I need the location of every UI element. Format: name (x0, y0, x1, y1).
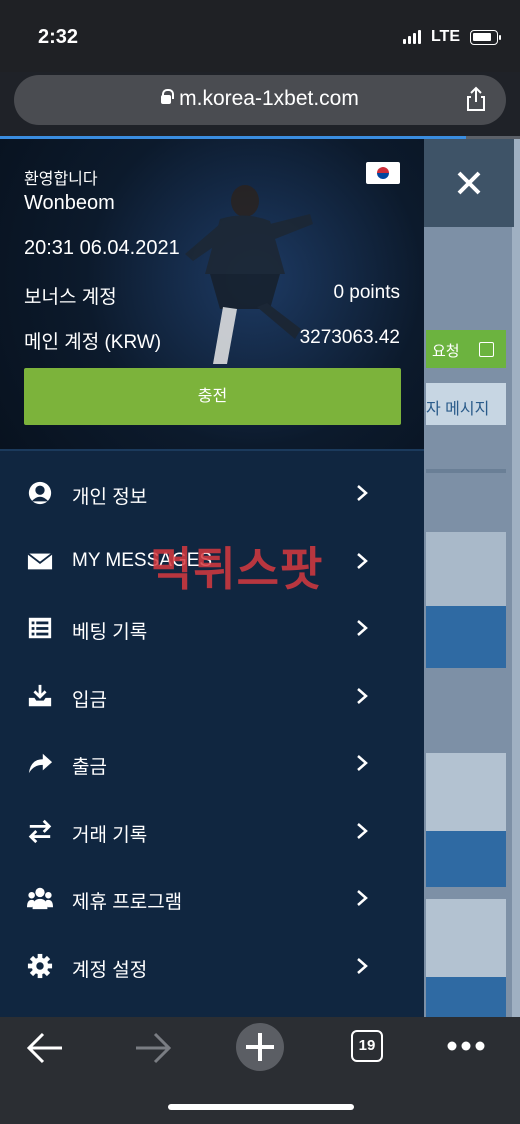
menu-item-label: 베팅 기록 (72, 622, 148, 643)
site-scrollbar (512, 139, 520, 1017)
envelope-icon (27, 552, 53, 569)
status-time: 2:32 (38, 26, 79, 48)
watermark: 먹튀스팟 (150, 542, 324, 596)
site-block (426, 532, 506, 606)
chevron-right-icon (357, 755, 368, 771)
chevron-right-icon (357, 552, 368, 569)
username: Wonbeom (24, 192, 115, 214)
site-block (426, 831, 506, 887)
menu-item-bet-history[interactable]: 베팅 기록 (0, 594, 424, 662)
account-header: 환영합니다 Wonbeom 20:31 06.04.2021 보너스 계정 0 … (0, 139, 424, 449)
chevron-right-icon (357, 687, 368, 704)
chevron-right-icon (357, 957, 368, 974)
close-icon (457, 171, 481, 195)
transfer-icon (28, 819, 52, 843)
message-button[interactable]: 자 메시지 (426, 383, 506, 425)
divider (0, 449, 424, 451)
share-arrow-icon (28, 753, 53, 774)
share-icon[interactable] (464, 86, 488, 112)
network-type: LTE (430, 28, 460, 45)
charge-button[interactable]: 충전 (24, 368, 401, 425)
menu-item-label: 개인 정보 (72, 487, 148, 508)
menu-item-label: 입금 (72, 689, 107, 711)
bonus-account-value: 0 points (333, 282, 400, 303)
menu-item-transaction-history[interactable]: 거래 기록 (0, 797, 424, 865)
site-block (426, 606, 506, 668)
menu-item-label: 제휴 프로그램 (72, 892, 183, 913)
bonus-account-label: 보너스 계정 (24, 287, 117, 308)
site-block (426, 977, 506, 1017)
deposit-icon (28, 684, 52, 706)
back-icon[interactable] (26, 1031, 64, 1065)
status-indicators: LTE (402, 28, 501, 46)
forward-icon[interactable] (134, 1031, 172, 1065)
user-icon (28, 481, 52, 505)
gear-icon (27, 953, 53, 978)
status-bar: 2:32 LTE (0, 0, 520, 72)
main-account-label: 메인 계정 (KRW) (24, 332, 162, 353)
lock-icon (161, 88, 175, 104)
main-account-value: 3273063.42 (299, 327, 400, 348)
site-block (426, 753, 506, 831)
chevron-right-icon (357, 620, 368, 636)
screen: 2:32 LTE m.korea-1xbet.com 요청 자 메시지 환영합니… (0, 0, 520, 1124)
datetime: 20:31 06.04.2021 (24, 237, 180, 259)
menu-item-label: 거래 기록 (72, 824, 148, 846)
menu-item-withdraw[interactable]: 출금 (0, 729, 424, 797)
chevron-right-icon (357, 485, 368, 501)
player-illustration (185, 185, 313, 364)
menu-item-affiliate[interactable]: 제휴 프로그램 (0, 864, 424, 932)
menu-item-personal-info[interactable]: 개인 정보 (0, 459, 424, 527)
korea-flag-icon (366, 162, 400, 184)
chevron-right-icon (357, 890, 368, 906)
more-icon[interactable] (446, 1039, 486, 1053)
url-display[interactable]: m.korea-1xbet.com (14, 87, 506, 111)
new-tab-icon[interactable] (235, 1022, 285, 1072)
menu-item-account-settings[interactable]: 계정 설정 (0, 932, 424, 1000)
url-text: m.korea-1xbet.com (179, 87, 359, 110)
list-icon (28, 617, 52, 639)
close-drawer-button[interactable] (424, 139, 514, 227)
signal-icon (402, 30, 421, 44)
menu-item-deposit[interactable]: 입금 (0, 662, 424, 730)
tab-switcher-button[interactable]: 19 (351, 1030, 383, 1062)
tab-count: 19 (358, 1037, 376, 1054)
site-block (426, 899, 506, 977)
chevron-right-icon (357, 822, 368, 839)
menu-item-label: 출금 (72, 757, 107, 778)
battery-icon (470, 29, 501, 45)
address-bar[interactable]: m.korea-1xbet.com (14, 75, 506, 125)
welcome-text: 환영합니다 (24, 171, 98, 188)
site-block (426, 469, 506, 473)
request-button[interactable]: 요청 (426, 330, 506, 368)
home-indicator (168, 1104, 354, 1110)
menu-item-label: 계정 설정 (72, 959, 148, 981)
people-icon (27, 887, 53, 910)
